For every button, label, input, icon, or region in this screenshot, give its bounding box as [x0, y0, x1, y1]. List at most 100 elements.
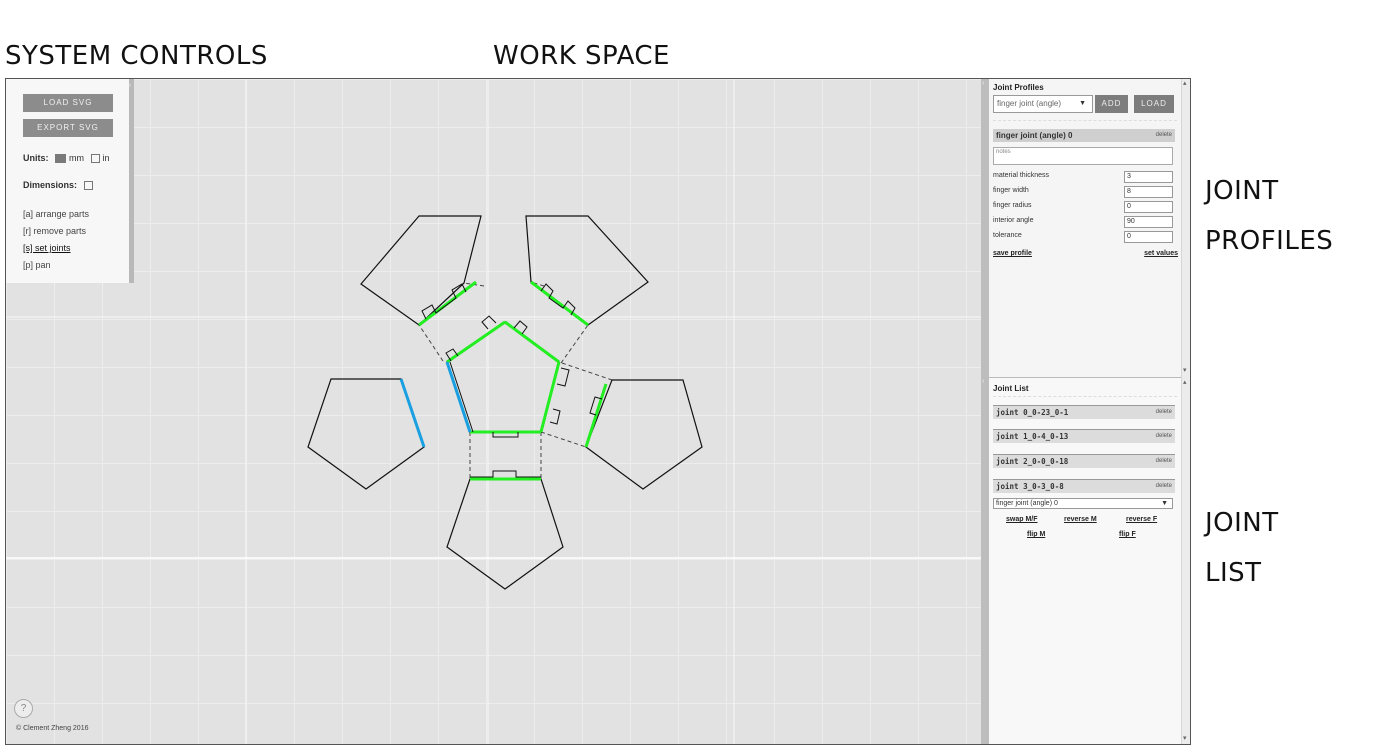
- work-space-label: WORK SPACE: [493, 41, 670, 71]
- joint-profile-value: finger joint (angle) 0: [996, 500, 1058, 507]
- joint-edge-set: [504, 320, 560, 364]
- save-profile-link[interactable]: save profile: [993, 250, 1032, 257]
- reverse-f-link[interactable]: reverse F: [1126, 516, 1157, 523]
- workspace-canvas[interactable]: LOAD SVG EXPORT SVG Units: mm in Dimensi…: [6, 79, 981, 744]
- parts-drawing[interactable]: [6, 79, 981, 744]
- joint-edge-set: [530, 280, 589, 327]
- joint-list-title: Joint List: [993, 384, 1029, 393]
- scroll-up-icon[interactable]: ▴: [1183, 79, 1187, 87]
- divider: [993, 120, 1177, 121]
- export-svg-button[interactable]: EXPORT SVG: [23, 119, 113, 137]
- scroll-down-icon[interactable]: ▾: [1183, 734, 1187, 742]
- param-label: finger radius: [993, 202, 1032, 209]
- unit-mm-checkbox[interactable]: [55, 154, 67, 163]
- joint-row[interactable]: joint 0_0-23_0-1 delete: [993, 405, 1175, 419]
- finger-joint: [470, 470, 541, 478]
- param-label: material thickness: [993, 172, 1050, 179]
- dropdown-arrow-icon: ▼: [1079, 100, 1086, 107]
- mode-pan[interactable]: [p] pan: [23, 260, 51, 270]
- tolerance-input[interactable]: 0: [1124, 231, 1173, 243]
- joint-connectors: [418, 281, 613, 479]
- divider: [993, 396, 1177, 397]
- delete-joint-link[interactable]: delete: [1156, 480, 1172, 493]
- part-pentagon: [360, 215, 482, 326]
- delete-profile-link[interactable]: delete: [1156, 129, 1172, 142]
- system-controls-label: SYSTEM CONTROLS: [5, 41, 268, 71]
- delete-joint-link[interactable]: delete: [1156, 406, 1172, 419]
- dimensions-label: Dimensions:: [23, 180, 78, 190]
- app-frame: LOAD SVG EXPORT SVG Units: mm in Dimensi…: [5, 78, 1191, 745]
- units-label: Units:: [23, 153, 49, 163]
- profile-header[interactable]: finger joint (angle) 0 delete: [993, 129, 1175, 142]
- finger-joint: [556, 367, 570, 387]
- joint-edge-outline: [449, 361, 474, 433]
- joint-row-expanded[interactable]: joint 3_0-3_0-8 delete: [993, 479, 1175, 493]
- swap-mf-link[interactable]: swap M/F: [1006, 516, 1038, 523]
- mode-arrange-parts[interactable]: [a] arrange parts: [23, 209, 89, 219]
- material-thickness-input[interactable]: 3: [1124, 171, 1173, 183]
- controls-collapse-handle[interactable]: ‹: [129, 79, 134, 283]
- interior-angle-input[interactable]: 90: [1124, 216, 1173, 228]
- dimensions-row: Dimensions:: [23, 180, 96, 190]
- chevron-left-icon: ‹: [129, 82, 132, 89]
- chevron-right-icon: ›: [982, 80, 985, 87]
- unit-mm-label: mm: [69, 153, 85, 163]
- set-values-link[interactable]: set values: [1144, 250, 1178, 257]
- credit-text: © Clement Zheng 2016: [16, 725, 89, 732]
- part-pentagon: [446, 478, 564, 590]
- panel-scrollbar[interactable]: ▴ ▾ ▴ ▾: [1181, 79, 1190, 744]
- scroll-up-icon[interactable]: ▴: [1183, 378, 1187, 386]
- param-label: interior angle: [993, 217, 1034, 224]
- mode-set-joints[interactable]: [s] set joints: [23, 243, 71, 253]
- joint-name: joint 3_0-3_0-8: [996, 482, 1064, 491]
- scroll-down-icon[interactable]: ▾: [1183, 366, 1187, 374]
- unit-in-label: in: [102, 153, 110, 163]
- joint-edge-selected: [399, 378, 426, 448]
- joint-edge-set: [584, 383, 608, 448]
- delete-joint-link[interactable]: delete: [1156, 430, 1172, 443]
- joint-profile-select[interactable]: finger joint (angle) 0 ▼: [993, 498, 1173, 509]
- part-pentagon: [525, 215, 649, 326]
- joint-profiles-label-line1: JOINT: [1205, 176, 1279, 206]
- joint-name: joint 1_0-4_0-13: [996, 432, 1069, 441]
- dimensions-checkbox[interactable]: [83, 181, 93, 190]
- profile-type-value: finger joint (angle): [997, 99, 1062, 108]
- delete-joint-link[interactable]: delete: [1156, 455, 1172, 468]
- add-profile-button[interactable]: ADD: [1095, 95, 1128, 113]
- unit-in-checkbox[interactable]: [90, 154, 100, 163]
- flip-m-link[interactable]: flip M: [1027, 531, 1045, 538]
- panel-divider-handle[interactable]: › ›: [981, 79, 989, 744]
- joint-name: joint 2_0-0_0-18: [996, 457, 1069, 466]
- finger-joint: [549, 408, 561, 425]
- chevron-right-icon: ›: [982, 378, 985, 385]
- profile-type-select[interactable]: finger joint (angle) ▼: [993, 95, 1093, 113]
- param-label: tolerance: [993, 232, 1022, 239]
- param-label: finger width: [993, 187, 1029, 194]
- joint-list-label-line1: JOINT: [1205, 508, 1279, 538]
- joint-list-label-line2: LIST: [1205, 558, 1262, 588]
- flip-f-link[interactable]: flip F: [1119, 531, 1136, 538]
- joint-profiles-panel: Joint Profiles finger joint (angle) ▼ AD…: [989, 79, 1181, 378]
- joint-row[interactable]: joint 2_0-0_0-18 delete: [993, 454, 1175, 468]
- notes-textarea[interactable]: notes: [993, 147, 1173, 165]
- finger-joint: [481, 315, 497, 330]
- mode-remove-parts[interactable]: [r] remove parts: [23, 226, 86, 236]
- joint-list-panel: Joint List joint 0_0-23_0-1 delete joint…: [989, 378, 1181, 744]
- load-profile-button[interactable]: LOAD: [1134, 95, 1174, 113]
- help-icon[interactable]: ?: [14, 699, 33, 718]
- reverse-m-link[interactable]: reverse M: [1064, 516, 1097, 523]
- units-row: Units: mm in: [23, 153, 110, 163]
- joint-profiles-label-line2: PROFILES: [1205, 226, 1334, 256]
- finger-radius-input[interactable]: 0: [1124, 201, 1173, 213]
- finger-width-input[interactable]: 8: [1124, 186, 1173, 198]
- system-controls-panel: LOAD SVG EXPORT SVG Units: mm in Dimensi…: [6, 79, 129, 283]
- joint-edge-set: [446, 320, 506, 364]
- joint-edge-set: [539, 361, 561, 433]
- joint-edge-selected: [445, 361, 472, 433]
- joint-edge-set: [418, 280, 477, 327]
- load-svg-button[interactable]: LOAD SVG: [23, 94, 113, 112]
- joint-name: joint 0_0-23_0-1: [996, 408, 1069, 417]
- dropdown-arrow-icon: ▼: [1161, 500, 1168, 507]
- profile-name: finger joint (angle) 0: [996, 131, 1073, 140]
- joint-row[interactable]: joint 1_0-4_0-13 delete: [993, 429, 1175, 443]
